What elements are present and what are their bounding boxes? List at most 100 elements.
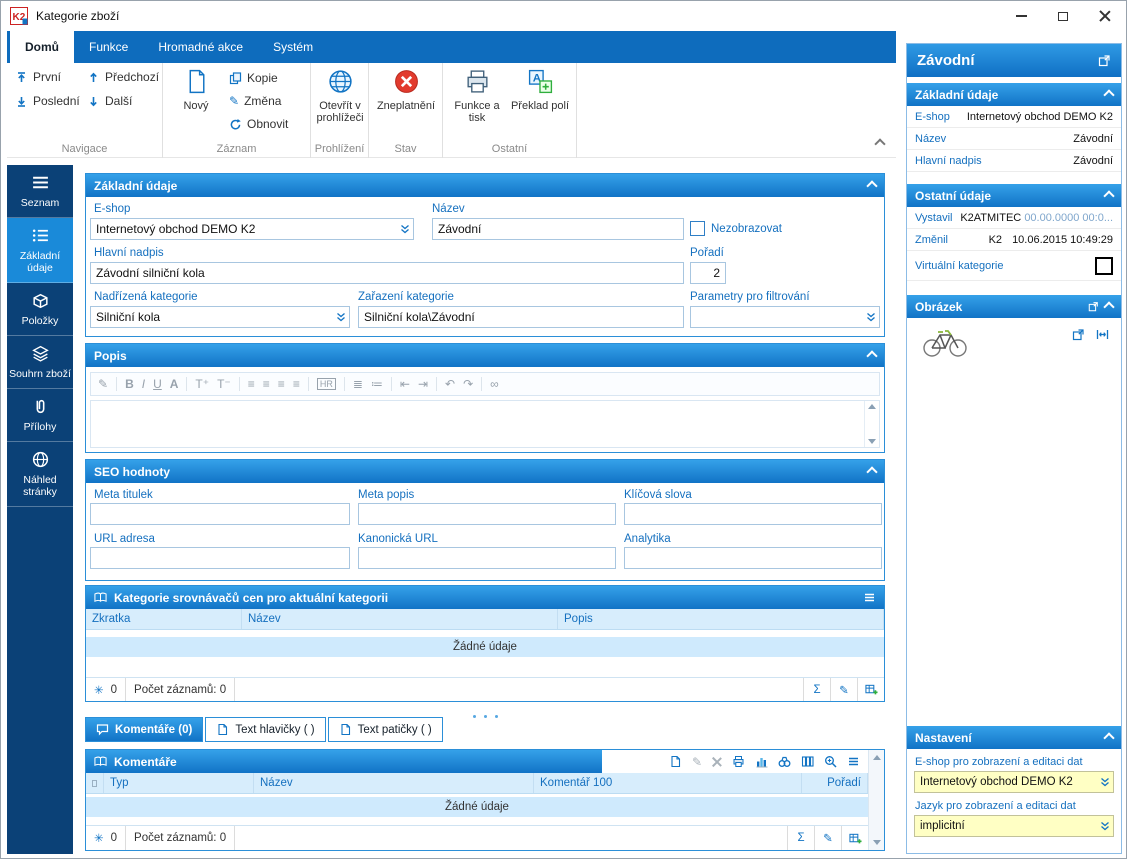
column-header-nazev[interactable]: Název bbox=[254, 773, 534, 793]
chart-icon[interactable] bbox=[755, 755, 768, 768]
translate-fields-button[interactable]: A Překlad polí bbox=[509, 68, 571, 112]
eshop-combo[interactable] bbox=[90, 218, 414, 240]
last-button[interactable]: Poslední bbox=[15, 94, 80, 108]
heading-input[interactable] bbox=[90, 262, 684, 284]
open-in-browser-button[interactable]: Otevřít v prohlížeči bbox=[313, 68, 367, 124]
previous-button[interactable]: Předchozí bbox=[87, 70, 159, 84]
redo-icon[interactable]: ↷ bbox=[463, 377, 473, 391]
scroll-up-button[interactable] bbox=[868, 404, 876, 409]
sidebar-item-souhrn-zbozi[interactable]: Souhrn zboží bbox=[7, 336, 73, 389]
virtual-category-checkbox[interactable] bbox=[1095, 256, 1113, 275]
column-header-popis[interactable]: Popis bbox=[558, 609, 884, 629]
sidebar-item-zakladni-udaje[interactable]: Základní údaje bbox=[7, 218, 73, 283]
ribbon-tab-funkce[interactable]: Funkce bbox=[74, 31, 143, 63]
underline-icon[interactable]: U bbox=[153, 377, 162, 391]
invalidate-button[interactable]: Zneplatnění bbox=[375, 68, 437, 112]
align-center-icon[interactable]: ≡ bbox=[263, 377, 270, 391]
first-button[interactable]: První bbox=[15, 70, 61, 84]
keywords-input[interactable] bbox=[624, 503, 882, 525]
description-textarea[interactable] bbox=[90, 400, 880, 448]
open-image-header-button[interactable] bbox=[1088, 301, 1099, 312]
zoom-icon[interactable] bbox=[824, 755, 837, 768]
add-record-button[interactable] bbox=[857, 678, 884, 701]
copy-button[interactable]: Kopie bbox=[229, 71, 278, 85]
font-color-icon[interactable]: A bbox=[170, 377, 179, 391]
collapse-basic-button[interactable] bbox=[866, 179, 878, 192]
grid-menu-icon[interactable] bbox=[863, 591, 876, 604]
name-input[interactable] bbox=[432, 218, 684, 240]
minimize-button[interactable] bbox=[1000, 1, 1042, 31]
settings-language-combo[interactable]: implicitní bbox=[914, 815, 1114, 837]
close-button[interactable] bbox=[1084, 1, 1126, 31]
add-record-button[interactable] bbox=[841, 826, 868, 850]
sum-button[interactable]: Σ bbox=[787, 826, 814, 850]
analytics-input[interactable] bbox=[624, 547, 882, 569]
edit-record-icon[interactable]: ✎ bbox=[692, 755, 702, 769]
edit-record-button[interactable]: ✎ bbox=[814, 826, 841, 850]
outdent-icon[interactable]: ⇤ bbox=[400, 377, 410, 391]
dropdown-icon[interactable] bbox=[1096, 821, 1113, 831]
sidebar-item-nahled-stranky[interactable]: Náhled stránky bbox=[7, 442, 73, 507]
next-button[interactable]: Další bbox=[87, 94, 132, 108]
scroll-down-button[interactable] bbox=[872, 840, 881, 845]
sum-button[interactable]: Σ bbox=[803, 678, 830, 701]
new-record-icon[interactable] bbox=[669, 755, 682, 768]
filter-params-input[interactable] bbox=[691, 310, 862, 324]
scroll-down-button[interactable] bbox=[868, 439, 876, 444]
binoculars-icon[interactable] bbox=[778, 755, 791, 768]
ordered-list-icon[interactable]: ≣ bbox=[353, 377, 363, 391]
tab-komentare[interactable]: Komentáře (0) bbox=[85, 717, 204, 742]
edit-icon[interactable]: ✎ bbox=[98, 377, 108, 391]
refresh-button[interactable]: Obnovit bbox=[229, 117, 288, 131]
ribbon-tab-system[interactable]: Systém bbox=[258, 31, 328, 63]
canonical-url-input[interactable] bbox=[358, 547, 616, 569]
scroll-up-button[interactable] bbox=[872, 755, 881, 760]
undo-icon[interactable]: ↶ bbox=[445, 377, 455, 391]
sidebar-item-polozky[interactable]: Položky bbox=[7, 283, 73, 336]
tab-text-paticky[interactable]: Text patičky ( ) bbox=[327, 717, 443, 742]
print-icon[interactable] bbox=[732, 755, 745, 768]
font-size-up-icon[interactable]: T⁺ bbox=[195, 377, 209, 391]
fit-image-button[interactable] bbox=[1096, 328, 1109, 341]
collapse-preview-basic-button[interactable] bbox=[1103, 88, 1115, 101]
column-header-komentar[interactable]: Komentář 100 bbox=[534, 773, 802, 793]
unordered-list-icon[interactable]: ≔ bbox=[371, 377, 383, 391]
font-size-down-icon[interactable]: T⁻ bbox=[217, 377, 231, 391]
meta-title-input[interactable] bbox=[90, 503, 350, 525]
sidebar-item-prilohy[interactable]: Přílohy bbox=[7, 389, 73, 442]
column-header-poradi[interactable]: Pořadí bbox=[802, 773, 868, 793]
open-record-button[interactable] bbox=[1098, 54, 1111, 67]
collapse-image-button[interactable] bbox=[1103, 300, 1115, 313]
edit-record-button[interactable]: ✎ bbox=[830, 678, 857, 701]
url-input[interactable] bbox=[90, 547, 350, 569]
horizontal-rule-icon[interactable]: HR bbox=[316, 378, 336, 390]
column-header-nazev[interactable]: Název bbox=[242, 609, 558, 629]
filter-params-combo[interactable] bbox=[690, 306, 880, 328]
eshop-input[interactable] bbox=[91, 222, 396, 236]
parent-category-input[interactable] bbox=[91, 310, 332, 324]
settings-eshop-combo[interactable]: Internetový obchod DEMO K2 bbox=[914, 771, 1114, 793]
collapse-seo-button[interactable] bbox=[866, 465, 878, 478]
link-icon[interactable]: ∞ bbox=[490, 377, 499, 391]
tab-text-hlavicky[interactable]: Text hlavičky ( ) bbox=[205, 717, 326, 742]
columns-icon[interactable] bbox=[801, 755, 814, 768]
open-image-button[interactable] bbox=[1072, 328, 1085, 341]
maximize-button[interactable] bbox=[1042, 1, 1084, 31]
sidebar-item-seznam[interactable]: Seznam bbox=[7, 165, 73, 218]
hide-checkbox[interactable] bbox=[690, 221, 705, 236]
column-header-zkratka[interactable]: Zkratka bbox=[86, 609, 242, 629]
parent-category-combo[interactable] bbox=[90, 306, 350, 328]
align-left-icon[interactable]: ≡ bbox=[248, 377, 255, 391]
collapse-settings-button[interactable] bbox=[1103, 731, 1115, 744]
ribbon-collapse-button[interactable] bbox=[874, 138, 886, 150]
dropdown-icon[interactable] bbox=[862, 312, 879, 322]
change-button[interactable]: ✎ Změna bbox=[229, 94, 281, 108]
dropdown-icon[interactable] bbox=[332, 312, 349, 322]
collapse-description-button[interactable] bbox=[866, 349, 878, 362]
column-header-typ[interactable]: Typ bbox=[104, 773, 254, 793]
classification-input[interactable] bbox=[358, 306, 684, 328]
functions-print-button[interactable]: Funkce a tisk bbox=[447, 68, 507, 124]
dropdown-icon[interactable] bbox=[396, 224, 413, 234]
grid-menu-icon[interactable] bbox=[847, 755, 860, 768]
order-input[interactable] bbox=[690, 262, 726, 284]
